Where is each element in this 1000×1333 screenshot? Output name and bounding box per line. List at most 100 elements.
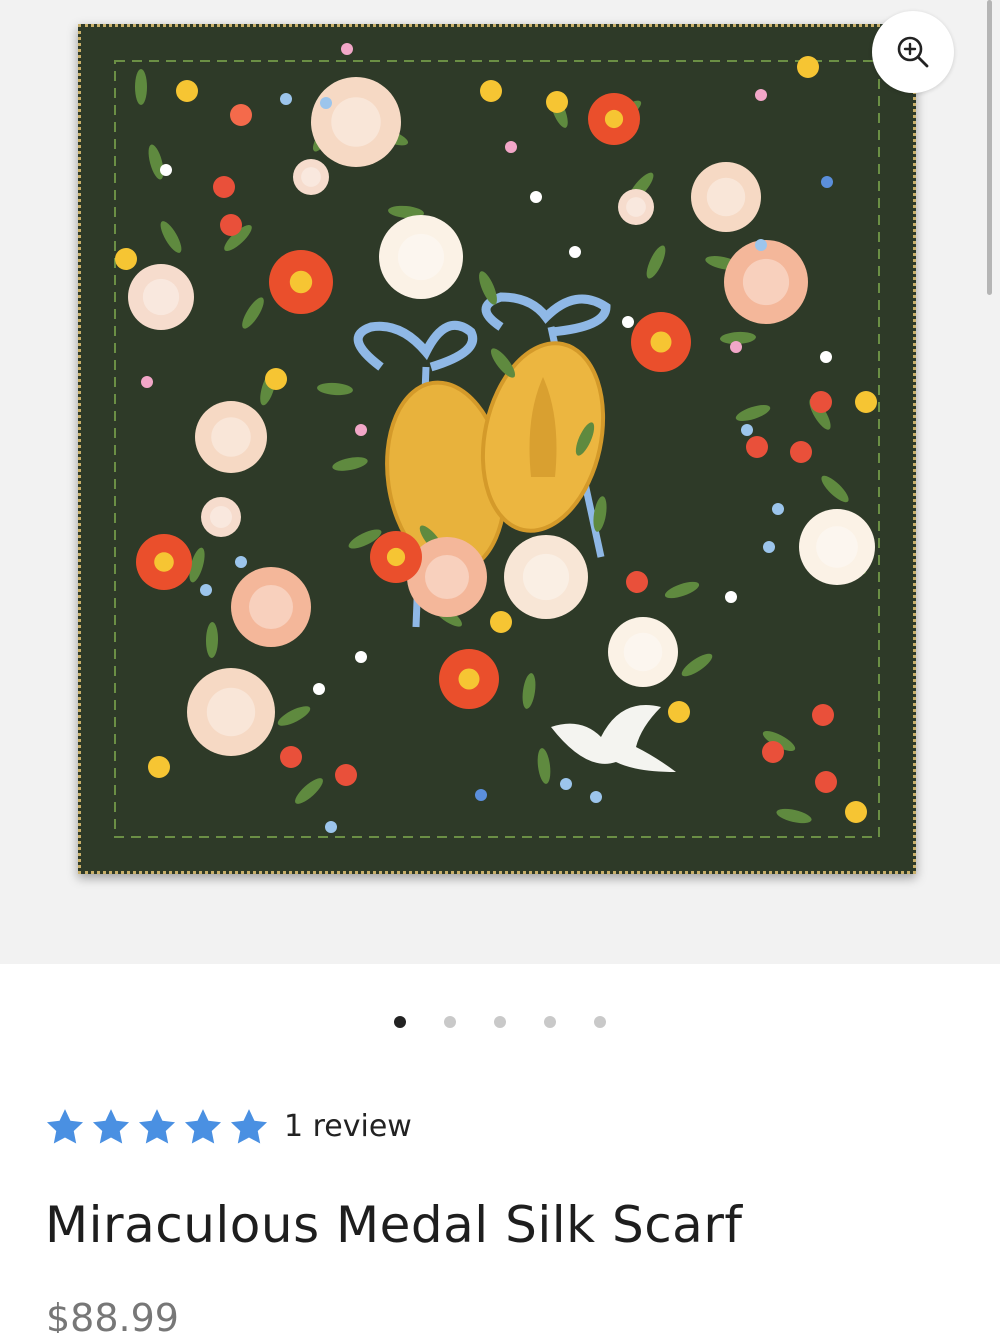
flower-motif	[821, 176, 833, 188]
dove	[551, 705, 676, 772]
flower-motif	[141, 376, 153, 388]
rating-stars	[44, 1106, 270, 1148]
flower-motif	[741, 424, 753, 436]
flower-motif	[490, 611, 512, 633]
flower-motif	[560, 778, 572, 790]
flower-motif	[301, 167, 321, 187]
leaf-motif	[317, 382, 353, 396]
flower-motif	[355, 651, 367, 663]
flower-motif	[590, 791, 602, 803]
flower-motif	[154, 552, 174, 572]
leaf-motif	[277, 706, 311, 726]
flower-motif	[176, 80, 198, 102]
flower-motif	[386, 547, 406, 567]
flower-motif	[730, 341, 742, 353]
leaf-motif	[821, 475, 849, 503]
flower-motif	[355, 424, 367, 436]
flower-motif	[746, 436, 768, 458]
flower-motif	[742, 258, 790, 306]
leaf-motif	[242, 297, 264, 329]
flower-motif	[569, 246, 581, 258]
product-image[interactable]	[78, 24, 916, 874]
flower-motif	[220, 214, 242, 236]
scrollbar[interactable]	[987, 0, 992, 295]
flower-motif	[797, 56, 819, 78]
flower-motif	[622, 316, 634, 328]
flower-motif	[626, 571, 648, 593]
zoom-button[interactable]	[872, 11, 954, 93]
scarf-artwork	[114, 43, 880, 838]
leaf-motif	[537, 748, 551, 784]
gallery-pagination	[0, 1016, 1000, 1028]
flower-motif	[626, 197, 646, 217]
flower-motif	[142, 278, 180, 316]
leaf-motif	[160, 221, 182, 253]
flower-motif	[249, 585, 293, 629]
pagination-dot[interactable]	[594, 1016, 606, 1028]
flower-motif	[755, 239, 767, 251]
flower-motif	[855, 391, 877, 413]
flower-motif	[755, 89, 767, 101]
product-image-gallery[interactable]	[0, 0, 1000, 964]
flower-motif	[280, 746, 302, 768]
flower-motif	[522, 553, 570, 601]
flower-motif	[725, 591, 737, 603]
flower-motif	[397, 233, 445, 281]
flower-motif	[668, 701, 690, 723]
flower-motif	[115, 248, 137, 270]
leaf-motif	[646, 245, 666, 279]
flower-motif	[313, 683, 325, 695]
product-title: Miraculous Medal Silk Scarf	[45, 1196, 743, 1254]
flower-motif	[762, 741, 784, 763]
star-icon	[230, 1109, 268, 1144]
flower-motif	[763, 541, 775, 553]
flower-motif	[320, 97, 332, 109]
leaf-motif	[664, 581, 700, 599]
flower-motif	[458, 668, 480, 690]
star-icon	[92, 1109, 130, 1144]
leaf-motif	[735, 405, 771, 421]
flower-motif	[200, 584, 212, 596]
flower-motif	[335, 764, 357, 786]
flower-motif	[816, 526, 858, 568]
flower-motif	[425, 555, 469, 599]
star-icon	[46, 1109, 84, 1144]
flower-motif	[480, 80, 502, 102]
pagination-dot[interactable]	[494, 1016, 506, 1028]
flower-motif	[265, 368, 287, 390]
leaf-motif	[776, 808, 812, 824]
flower-motif	[206, 687, 256, 737]
pagination-dot[interactable]	[544, 1016, 556, 1028]
flower-motif	[604, 109, 624, 129]
flower-motif	[810, 391, 832, 413]
flower-motif	[289, 270, 313, 294]
flower-motif	[505, 141, 517, 153]
flower-motif	[530, 191, 542, 203]
flower-motif	[845, 801, 867, 823]
flower-motif	[772, 503, 784, 515]
flower-motif	[623, 632, 663, 672]
flower-motif	[230, 104, 252, 126]
flower-motif	[790, 441, 812, 463]
flower-motif	[815, 771, 837, 793]
leaf-motif	[205, 622, 219, 658]
flower-motif	[213, 176, 235, 198]
flower-motif	[650, 331, 672, 353]
zoom-in-icon	[897, 36, 929, 68]
flower-motif	[211, 417, 251, 457]
ribbon-bow-right	[481, 292, 611, 337]
review-count-link[interactable]: 1 review	[284, 1104, 412, 1150]
star-icon	[138, 1109, 176, 1144]
flower-motif	[235, 556, 247, 568]
flower-motif	[325, 821, 337, 833]
pagination-dot[interactable]	[394, 1016, 406, 1028]
flower-motif	[820, 351, 832, 363]
flower-motif	[280, 93, 292, 105]
flower-motif	[475, 789, 487, 801]
pagination-dot[interactable]	[444, 1016, 456, 1028]
leaf-motif	[295, 778, 323, 804]
flower-motif	[148, 756, 170, 778]
flower-motif	[546, 91, 568, 113]
product-rating[interactable]: 1 review	[44, 1104, 412, 1150]
leaf-motif	[135, 69, 147, 105]
